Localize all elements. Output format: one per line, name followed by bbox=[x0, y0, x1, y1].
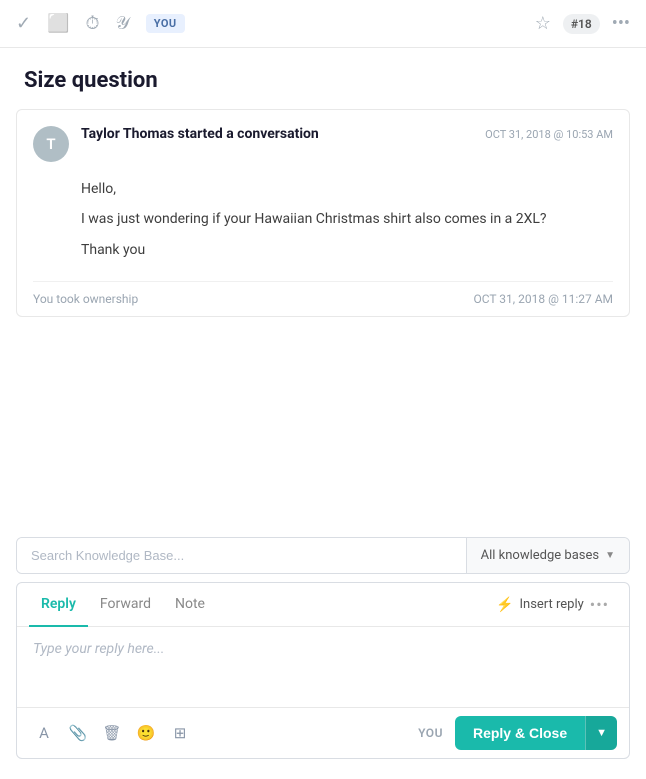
conversation-header: T Taylor Thomas started a conversation O… bbox=[17, 110, 629, 178]
grid-icon[interactable]: ⊞ bbox=[165, 718, 195, 748]
editor-placeholder: Type your reply here... bbox=[33, 641, 164, 657]
chat-icon[interactable]: ⬜ bbox=[47, 13, 69, 34]
conversation-body: Hello, I was just wondering if your Hawa… bbox=[17, 178, 629, 281]
insert-reply-label: Insert reply bbox=[519, 597, 583, 612]
filter-icon[interactable]: 𝒴 bbox=[116, 13, 130, 34]
reply-tabs: Reply Forward Note ⚡ Insert reply ••• bbox=[17, 583, 629, 627]
toolbar-right: ☆ #18 ••• bbox=[535, 13, 630, 34]
text-format-icon[interactable]: A bbox=[29, 718, 59, 748]
kb-search-row: All knowledge bases ▼ bbox=[16, 537, 630, 574]
ownership-timestamp: OCT 31, 2018 @ 11:27 AM bbox=[474, 292, 614, 306]
body-line3: Thank you bbox=[81, 239, 613, 261]
lightning-icon: ⚡ bbox=[496, 597, 513, 613]
chevron-down-icon: ▼ bbox=[605, 550, 615, 561]
tab-reply[interactable]: Reply bbox=[29, 583, 88, 627]
reply-area: Reply Forward Note ⚡ Insert reply ••• Ty… bbox=[16, 582, 630, 759]
body-line1: Hello, bbox=[81, 178, 613, 200]
insert-reply-btn[interactable]: ⚡ Insert reply ••• bbox=[488, 595, 617, 614]
ownership-text: You took ownership bbox=[33, 292, 138, 306]
conversation-author: Taylor Thomas started a conversation bbox=[81, 126, 319, 142]
body-line2: I was just wondering if your Hawaiian Ch… bbox=[81, 208, 613, 230]
emoji-icon[interactable]: 🙂 bbox=[131, 718, 161, 748]
you-badge[interactable]: YOU bbox=[146, 14, 185, 33]
reply-toolbar-bottom: A 📎 🗑 🙂 ⊞ YOU Reply & Close ▼ bbox=[17, 707, 629, 758]
reply-close-dropdown-button[interactable]: ▼ bbox=[585, 716, 617, 750]
clock-icon[interactable]: ⏱ bbox=[86, 13, 100, 34]
star-icon[interactable]: ☆ bbox=[535, 13, 551, 34]
you-label: YOU bbox=[418, 726, 443, 740]
attach-icon[interactable]: 📎 bbox=[63, 718, 93, 748]
tab-note[interactable]: Note bbox=[163, 583, 217, 627]
reply-close-button[interactable]: Reply & Close bbox=[455, 716, 585, 750]
kb-search-input[interactable] bbox=[17, 538, 466, 573]
check-icon[interactable]: ✓ bbox=[16, 13, 31, 34]
tab-forward[interactable]: Forward bbox=[88, 583, 163, 627]
reply-editor[interactable]: Type your reply here... bbox=[17, 627, 629, 707]
conversation-card: T Taylor Thomas started a conversation O… bbox=[16, 109, 630, 317]
ownership-row: You took ownership OCT 31, 2018 @ 11:27 … bbox=[17, 282, 629, 316]
top-toolbar: ✓ ⬜ ⏱ 𝒴 YOU ☆ #18 ••• bbox=[0, 0, 646, 48]
kb-dropdown-label: All knowledge bases bbox=[481, 548, 599, 563]
more-icon[interactable]: ••• bbox=[612, 13, 630, 34]
delete-icon[interactable]: 🗑 bbox=[97, 718, 127, 748]
dots-icon: ••• bbox=[590, 595, 609, 614]
avatar: T bbox=[33, 126, 69, 162]
kb-dropdown-btn[interactable]: All knowledge bases ▼ bbox=[466, 538, 629, 573]
conversation-meta: Taylor Thomas started a conversation bbox=[81, 126, 473, 142]
conversation-timestamp: OCT 31, 2018 @ 10:53 AM bbox=[485, 126, 613, 141]
page-title: Size question bbox=[0, 48, 646, 109]
spacer bbox=[0, 317, 646, 537]
reply-close-group: Reply & Close ▼ bbox=[455, 716, 617, 750]
ticket-badge[interactable]: #18 bbox=[563, 14, 600, 34]
toolbar-left: ✓ ⬜ ⏱ 𝒴 YOU bbox=[16, 13, 519, 34]
